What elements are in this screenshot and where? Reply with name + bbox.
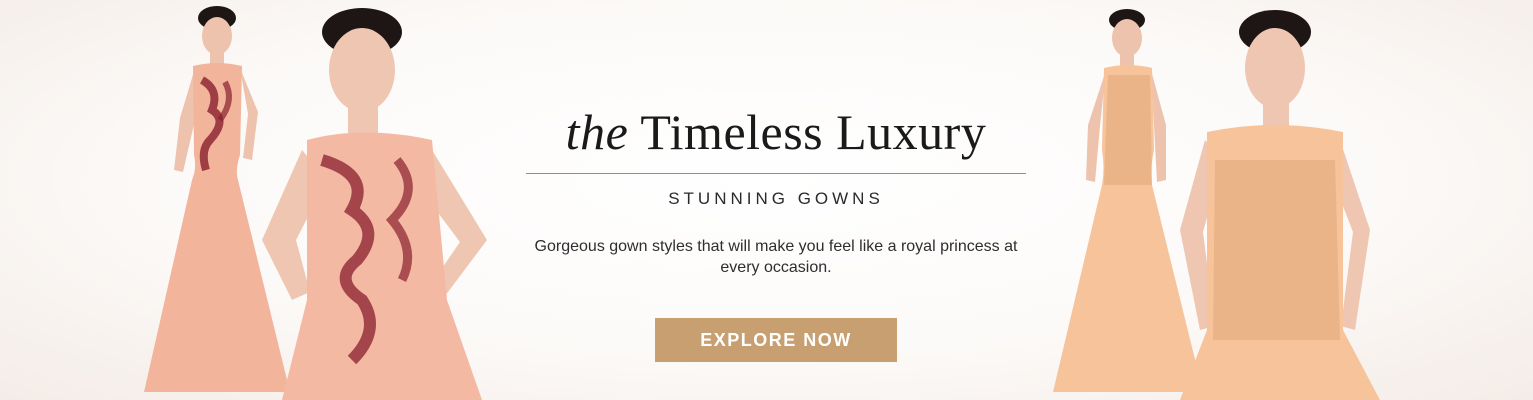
page-title: the Timeless Luxury: [524, 102, 1028, 162]
description: Gorgeous gown styles that will make you …: [534, 238, 1018, 276]
hero-banner[interactable]: the Timeless Luxury STUNNING GOWNS Gorge…: [0, 0, 1533, 400]
promo-text-block: the Timeless Luxury STUNNING GOWNS Gorge…: [524, 0, 1028, 400]
headline-main: Timeless Luxury: [640, 104, 987, 160]
model-photo-left-large: [232, 0, 522, 400]
explore-now-button[interactable]: EXPLORE NOW: [655, 318, 897, 362]
model-photo-right-large: [1175, 0, 1385, 400]
subheading: STUNNING GOWNS: [668, 189, 884, 208]
divider: [526, 173, 1026, 174]
headline-prefix: the: [565, 104, 629, 160]
